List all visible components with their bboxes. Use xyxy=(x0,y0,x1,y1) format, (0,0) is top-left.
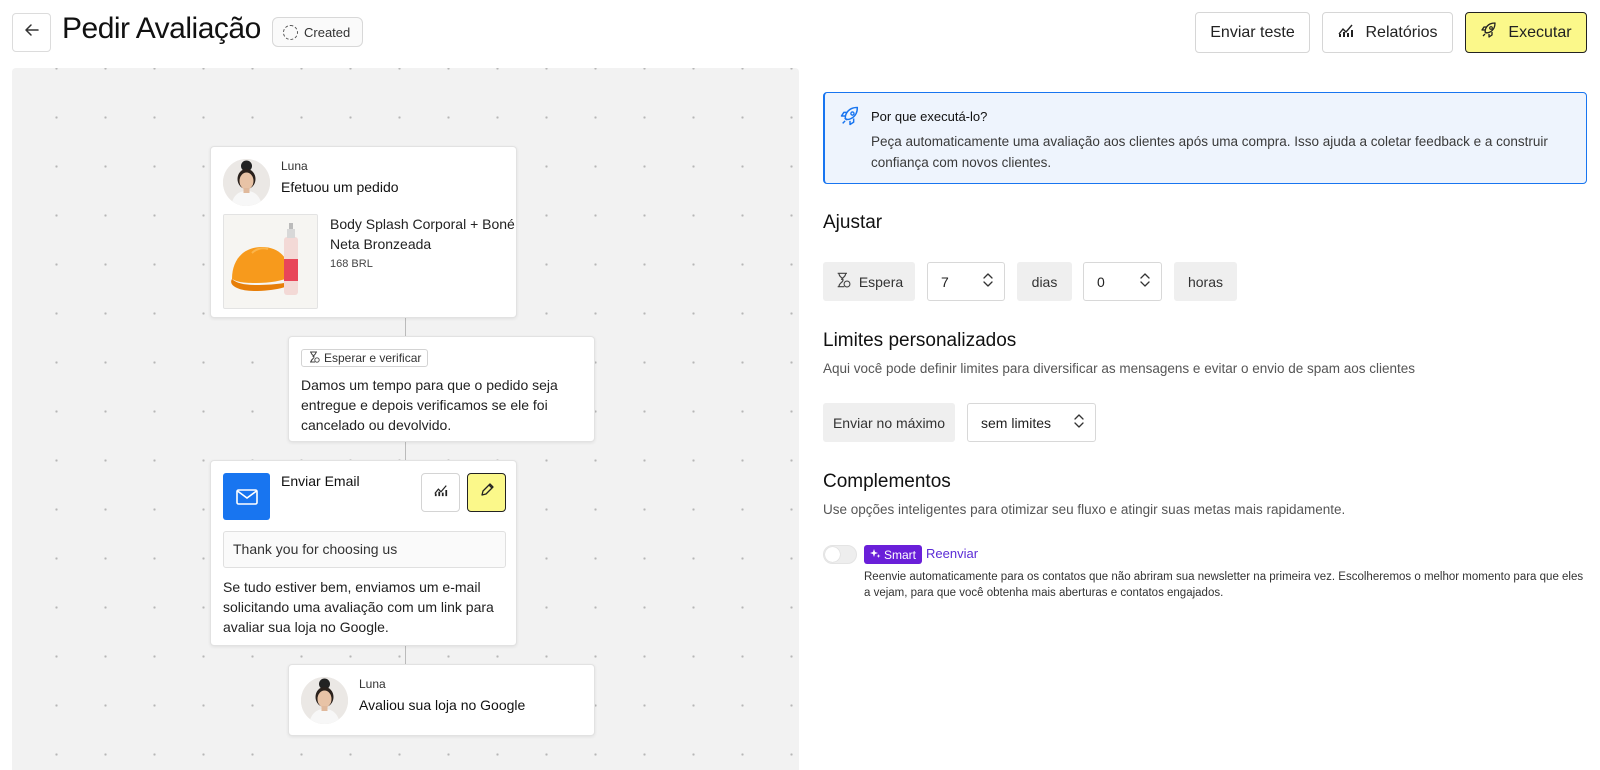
info-title: Por que executá-lo? xyxy=(871,109,988,124)
adjust-title: Ajustar xyxy=(823,212,883,233)
contact-name: Luna xyxy=(281,159,308,173)
email-subject-field: Thank you for choosing us xyxy=(223,531,506,568)
wait-label: Espera xyxy=(823,262,915,301)
order-trigger-card[interactable]: Luna Efetuou um pedido Body Splash Corpo… xyxy=(210,146,517,318)
page-header: Pedir Avaliação Created Enviar teste Rel… xyxy=(0,0,1600,64)
review-goal-card[interactable]: Luna Avaliou sua loja no Google xyxy=(288,664,595,736)
back-button[interactable] xyxy=(12,13,51,52)
smart-badge-label: Smart xyxy=(884,547,917,562)
info-text: Peça automaticamente uma avaliação aos c… xyxy=(871,134,1548,170)
wait-step-card[interactable]: Esperar e verificar Damos um tempo para … xyxy=(288,336,595,442)
avatar xyxy=(223,159,270,206)
arrow-left-icon xyxy=(23,21,41,44)
run-button[interactable]: Executar xyxy=(1465,12,1587,53)
send-email-card[interactable]: Enviar Email Thank you for choosing us S… xyxy=(210,460,517,646)
addons-title: Complementos xyxy=(823,471,951,492)
chevron-up-down-icon[interactable] xyxy=(982,272,994,291)
smart-badge: Smart xyxy=(864,545,923,564)
edit-email-button[interactable] xyxy=(467,473,506,512)
max-send-select[interactable]: sem limites xyxy=(967,403,1096,442)
days-unit-label: dias xyxy=(1017,262,1072,301)
max-send-label: Enviar no máximo xyxy=(823,403,955,442)
contact-name: Luna xyxy=(359,677,386,691)
chevron-up-down-icon xyxy=(1073,413,1085,432)
status-badge: Created xyxy=(272,17,364,47)
dashed-circle-icon xyxy=(283,24,298,40)
flow-connector xyxy=(405,645,406,665)
sparkle-icon xyxy=(870,548,881,562)
resend-toggle[interactable] xyxy=(823,545,857,564)
hourglass-icon xyxy=(308,351,320,366)
hours-unit-label: horas xyxy=(1174,262,1237,301)
limits-title: Limites personalizados xyxy=(823,330,1017,351)
bar-chart-icon xyxy=(433,483,449,502)
reports-label: Relatórios xyxy=(1365,23,1438,41)
review-event: Avaliou sua loja no Google xyxy=(359,697,526,713)
hourglass-icon xyxy=(835,272,851,291)
trigger-event: Efetuou um pedido xyxy=(281,179,399,195)
days-value: 7 xyxy=(941,273,949,290)
chevron-up-down-icon[interactable] xyxy=(1139,272,1151,291)
max-send-value: sem limites xyxy=(981,414,1052,431)
avatar xyxy=(301,677,348,724)
status-label: Created xyxy=(304,24,351,40)
email-description: Se tudo estiver bem, enviamos um e-mail … xyxy=(223,579,494,635)
wait-description: Damos um tempo para que o pedido seja en… xyxy=(301,377,558,433)
envelope-icon xyxy=(223,473,270,520)
product-image xyxy=(223,214,318,309)
pencil-icon xyxy=(479,482,495,503)
info-callout: Por que executá-lo? Peça automaticamente… xyxy=(823,92,1587,184)
wait-chip-label: Esperar e verificar xyxy=(324,351,422,365)
send-test-button[interactable]: Enviar teste xyxy=(1195,12,1310,53)
rocket-icon xyxy=(1480,21,1498,44)
limits-description: Aqui você pode definir limites para dive… xyxy=(823,361,1416,376)
email-step-title: Enviar Email xyxy=(281,473,360,489)
bar-chart-icon xyxy=(1337,22,1355,43)
hours-value: 0 xyxy=(1097,273,1105,290)
flow-connector xyxy=(405,441,406,461)
resend-label: Reenviar xyxy=(926,546,979,561)
wait-label-text: Espera xyxy=(858,273,904,290)
hours-stepper[interactable]: 0 xyxy=(1083,262,1162,301)
addons-description: Use opções inteligentes para otimizar se… xyxy=(823,502,1346,517)
toggle-knob xyxy=(825,547,840,562)
rocket-icon xyxy=(839,105,861,132)
product-price: 168 BRL xyxy=(330,258,373,270)
page-title: Pedir Avaliação xyxy=(62,12,261,45)
run-label: Executar xyxy=(1508,23,1572,41)
email-stats-button[interactable] xyxy=(421,473,460,512)
reports-button[interactable]: Relatórios xyxy=(1322,12,1453,53)
wait-chip: Esperar e verificar xyxy=(301,349,429,367)
days-stepper[interactable]: 7 xyxy=(927,262,1005,301)
flow-connector xyxy=(405,317,406,337)
product-name: Body Splash Corporal + Boné Neta Bronzea… xyxy=(330,216,515,252)
send-test-label: Enviar teste xyxy=(1210,23,1295,41)
resend-description: Reenvie automaticamente para os contatos… xyxy=(864,571,1584,599)
flow-canvas[interactable]: Luna Efetuou um pedido Body Splash Corpo… xyxy=(12,68,799,770)
